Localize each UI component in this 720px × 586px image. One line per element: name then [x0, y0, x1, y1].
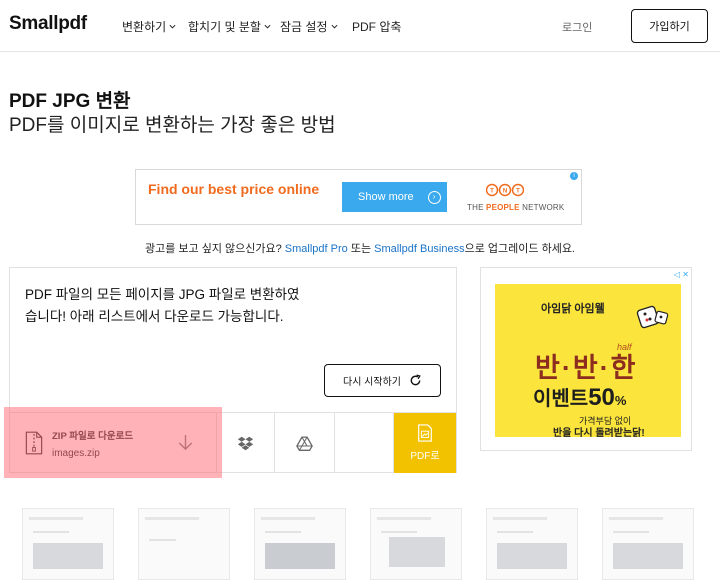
dice-icon [636, 305, 669, 329]
upgrade-note: 광고를 보고 싶지 않으신가요? Smallpdf Pro 또는 Smallpd… [0, 240, 720, 256]
page-thumbnail[interactable] [370, 508, 462, 580]
side-ad-line2: 반을 다시 돌려받는닭! [553, 428, 645, 439]
empty-action-slot [335, 413, 394, 473]
download-zip-button[interactable]: ZIP 파일로 다운로드 images.zip [10, 413, 217, 473]
page-thumbnail[interactable] [486, 508, 578, 580]
result-actions: ZIP 파일로 다운로드 images.zip PDF로 [10, 412, 456, 473]
save-to-dropbox-button[interactable] [217, 413, 275, 473]
download-filename: images.zip [52, 447, 100, 459]
nav-compress[interactable]: PDF 압축 [352, 18, 401, 35]
dropbox-icon [237, 436, 254, 450]
ad-headline: Find our best price online [148, 181, 320, 197]
chevron-down-icon [264, 24, 271, 29]
chevron-down-icon [331, 24, 337, 29]
adchoices-icon[interactable]: i [570, 172, 578, 180]
nav-lock[interactable]: 잠금 설정 [280, 18, 338, 35]
nav-compress-label: PDF 압축 [352, 20, 402, 34]
side-ad-brand: 아임닭 아임웰 [541, 303, 605, 315]
nav-convert[interactable]: 변환하기 [122, 18, 176, 35]
download-arrow-icon [178, 434, 193, 451]
result-card: PDF 파일의 모든 페이지를 JPG 파일로 변환하였습니다! 아래 리스트에… [9, 267, 457, 473]
upgrade-note-tail: 으로 업그레이드 하세요. [464, 243, 575, 255]
tnt-t2: T [516, 189, 520, 195]
side-ad-headline: 반·반·한 [535, 353, 638, 383]
side-ad[interactable]: 아임닭 아임웰 half 반·반·한 이벤트50% 가격부담 없이 반을 다시 … [480, 267, 692, 451]
side-ad-banner[interactable]: 아임닭 아임웰 half 반·반·한 이벤트50% 가격부담 없이 반을 다시 … [495, 284, 681, 439]
page-thumbnail[interactable] [22, 508, 114, 580]
top-nav: Smallpdf 변환하기 합치기 및 분할 잠금 설정 PDF 압축 로그인 … [0, 0, 720, 52]
nav-merge-split[interactable]: 합치기 및 분할 [188, 18, 271, 35]
result-message: PDF 파일의 모든 페이지를 JPG 파일로 변환하였습니다! 아래 리스트에… [25, 287, 300, 324]
convert-to-pdf-button[interactable]: PDF로 [394, 413, 456, 473]
signup-button[interactable]: 가입하기 [631, 9, 708, 43]
page-title: PDF JPG 변환 [9, 91, 131, 112]
chevron-down-icon [169, 24, 176, 29]
tnt-tagline: THE PEOPLE NETWORK [467, 203, 565, 212]
save-to-google-drive-button[interactable] [275, 413, 335, 473]
nav-lock-label: 잠금 설정 [280, 20, 328, 34]
download-text: ZIP 파일로 다운로드 images.zip [52, 428, 133, 459]
page-subtitle: PDF를 이미지로 변환하는 가장 좋은 방법 [9, 115, 336, 136]
restart-button[interactable]: 다시 시작하기 [324, 364, 441, 397]
smallpdf-pro-link[interactable]: Smallpdf Pro [285, 243, 348, 255]
download-title: ZIP 파일로 다운로드 [52, 430, 134, 442]
restart-label: 다시 시작하기 [343, 377, 401, 388]
ad-show-more-button[interactable]: Show more › [342, 182, 447, 212]
ad-button-label: Show more [358, 191, 414, 203]
page-thumbnail[interactable] [254, 508, 346, 580]
tnt-logo: T N T [486, 183, 524, 197]
nav-merge-split-label: 합치기 및 분할 [188, 20, 261, 34]
nav-convert-label: 변환하기 [122, 20, 167, 34]
pdf-to-label: PDF로 [410, 451, 440, 462]
upgrade-note-text: 광고를 보고 싶지 않으신가요? [144, 243, 285, 255]
login-link[interactable]: 로그인 [562, 19, 592, 35]
smallpdf-business-link[interactable]: Smallpdf Business [374, 243, 465, 255]
refresh-icon [410, 374, 421, 386]
tnt-n: N [503, 189, 507, 195]
page-thumbnail[interactable] [138, 508, 230, 580]
zip-file-icon [25, 431, 43, 455]
smallpdf-logo[interactable]: Smallpdf [9, 13, 87, 35]
side-ad-event: 이벤트50% [533, 384, 627, 411]
pdf-file-icon [418, 424, 432, 442]
adchoices-icon[interactable]: ◁ ✕ [674, 270, 689, 279]
tnt-t1: T [490, 189, 494, 195]
banner-ad[interactable]: Find our best price online Show more › T… [135, 169, 582, 225]
upgrade-note-or: 또는 [347, 243, 375, 255]
page-thumbnail[interactable] [602, 508, 694, 580]
google-drive-icon [296, 435, 313, 451]
arrow-right-icon: › [427, 190, 441, 204]
